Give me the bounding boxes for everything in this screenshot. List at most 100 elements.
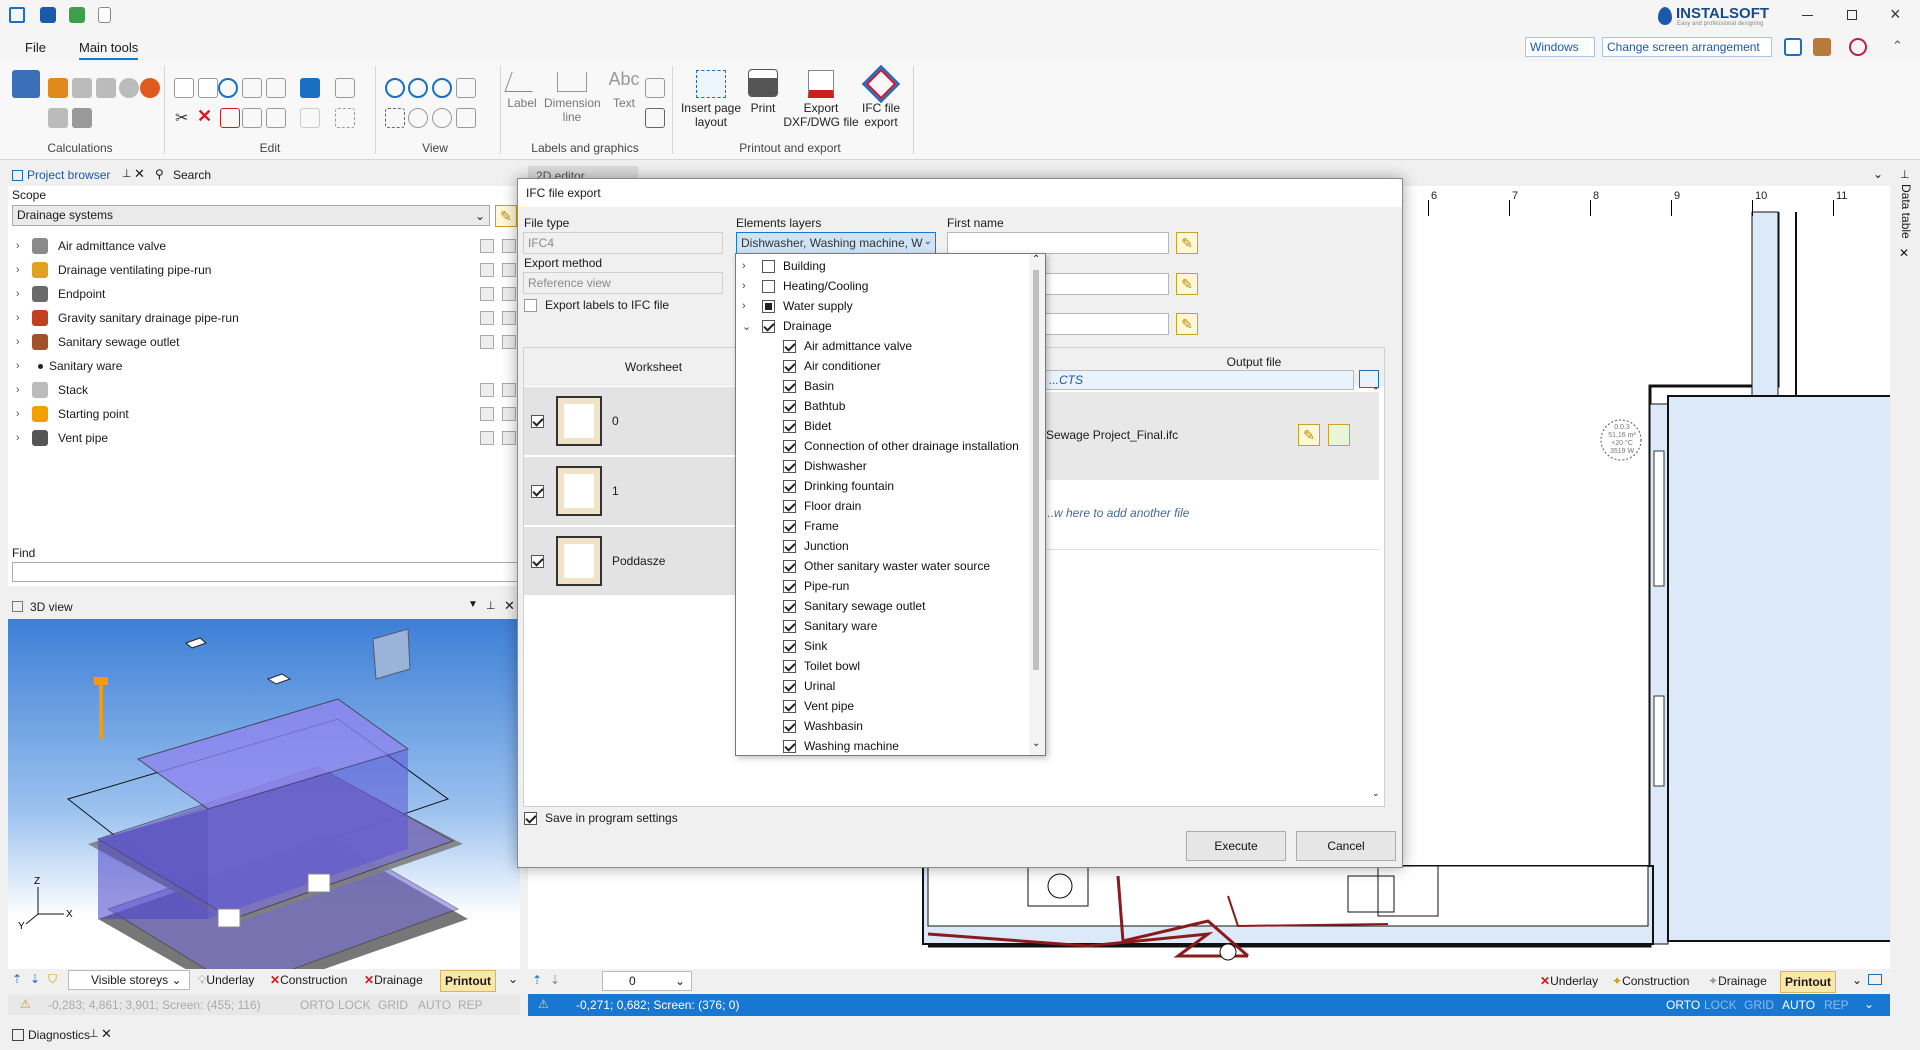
pin-icon[interactable]: ⊥ [486,599,496,612]
filter-icon[interactable]: ⛉ [48,972,57,987]
layer-checkbox[interactable] [783,439,796,453]
label-button[interactable]: Label [504,72,540,110]
undo-icon[interactable] [218,78,238,98]
tree-item[interactable]: › Sanitary sewage outlet [16,330,516,354]
layer-group[interactable]: › Heating/Cooling [742,276,868,296]
edit-icon-12[interactable] [300,108,320,128]
storey-select[interactable]: 0 ⌄ [602,971,692,991]
scroll-up-icon[interactable]: ⌃ [1032,254,1040,265]
storey-up-icon[interactable]: ⇡ [12,972,22,986]
layout-icon[interactable] [1784,38,1802,56]
select-icon[interactable] [502,287,516,301]
select-icon[interactable] [502,239,516,253]
layer-item[interactable]: Sink [783,636,827,656]
layer-checkbox[interactable] [783,619,796,633]
pin-icon[interactable]: ⊥ [1900,168,1910,181]
edit-scope-button[interactable]: ✎ [495,205,517,227]
zoom-in-icon[interactable] [385,78,405,98]
construction-toggle[interactable]: ✦Construction [1612,974,1689,988]
underlay-toggle[interactable]: 💡︎Underlay [198,973,254,988]
delete-icon[interactable]: ✕ [197,106,212,127]
calc-icon-4[interactable] [119,78,139,98]
layer-item[interactable]: Other sanitary waster water source [783,556,990,576]
first-name-field[interactable] [947,232,1169,254]
scroll-down-icon[interactable]: ⌄ [1032,738,1040,749]
new-file-icon[interactable] [98,7,111,23]
edit-icon-6[interactable] [300,78,320,98]
zoom-prev-icon[interactable] [408,108,428,128]
layer-checkbox[interactable] [762,259,775,273]
tree-item[interactable]: › Gravity sanitary drainage pipe-run [16,306,516,330]
tree-item[interactable]: › Starting point [16,402,516,426]
expand-icon[interactable]: › [16,240,32,252]
layer-group[interactable]: › Water supply [742,296,853,316]
elements-layers-select[interactable]: Dishwasher, Washing machine, W ⌄ [736,232,936,254]
worksheet-checkbox[interactable] [531,414,544,428]
layer-checkbox[interactable] [783,419,796,433]
layer-checkbox[interactable] [783,539,796,553]
layer-item[interactable]: Air conditioner [783,356,881,376]
flag-orto[interactable]: ORTO [1666,998,1700,1012]
flag-auto[interactable]: AUTO [418,998,451,1012]
tree-item[interactable]: › Sanitary ware [16,354,516,378]
copy-icon[interactable] [174,78,194,98]
flag-auto[interactable]: AUTO [1782,998,1815,1012]
expand-icon[interactable]: › [16,336,32,348]
chevron-right-icon[interactable]: › [742,280,762,292]
edit-icon-4[interactable] [242,78,262,98]
edit-field-2-button[interactable]: ✎ [1176,273,1198,295]
layer-group[interactable]: ⌄ Drainage [742,316,832,336]
layer-item[interactable]: Bidet [783,416,831,436]
edit-icon-10[interactable] [242,108,262,128]
windows-dropdown[interactable]: Windows ⌄ [1525,37,1595,68]
layer-item[interactable]: Air admittance valve [783,336,912,356]
printout-toggle[interactable]: Printout [440,970,496,992]
expand-icon[interactable]: › [16,312,32,324]
layer-item[interactable]: Dishwasher [783,456,867,476]
print-button[interactable]: Print [744,69,782,115]
storey-down-icon[interactable]: ⇣ [30,972,40,986]
layers-icon[interactable] [1813,38,1831,56]
diagnostics-tab[interactable]: Diagnostics ⊥ ✕ [0,1024,120,1046]
edit-icon-11[interactable] [266,108,286,128]
layer-checkbox[interactable] [762,279,775,293]
open-file-icon[interactable] [1328,424,1350,446]
layer-checkbox[interactable] [783,339,796,353]
room-tag[interactable]: 0.0.3 51,16 m² +20 °C 3519 W [1602,424,1642,456]
insert-picture-icon[interactable] [645,78,665,98]
pan-icon[interactable] [385,108,405,128]
zoom-extents-icon[interactable] [456,78,476,98]
layer-checkbox[interactable] [783,699,796,713]
collapse-ribbon-icon[interactable]: ⌃ [1892,38,1903,54]
layer-item[interactable]: Drinking fountain [783,476,894,496]
zoom-all-icon[interactable] [456,108,476,128]
expand-icon[interactable]: › [16,360,32,372]
edit-icon-7[interactable] [335,78,355,98]
flag-rep[interactable]: REP [1824,998,1849,1012]
layer-item[interactable]: Urinal [783,676,835,696]
show-icon[interactable] [480,383,494,397]
edit-field-3-button[interactable]: ✎ [1176,313,1198,335]
layer-checkbox[interactable] [783,599,796,613]
elements-layers-list[interactable]: › Building › Heating/Cooling › Water supply ⌄ D… [735,253,1046,756]
cancel-button[interactable]: Cancel [1296,831,1396,861]
layer-checkbox[interactable] [783,579,796,593]
insert-page-layout-button[interactable]: Insert page layout [680,70,742,129]
export-dxf-button[interactable]: Export DXF/DWG file [783,70,859,129]
text-button[interactable]: Abc Text [604,70,644,110]
layer-checkbox[interactable] [783,399,796,413]
pin-icon[interactable]: ⊥ [89,1027,99,1040]
show-icon[interactable] [480,287,494,301]
layer-item[interactable]: Washing machine [783,736,899,755]
layer-checkbox[interactable] [783,719,796,733]
expand-icon[interactable]: › [16,384,32,396]
minimize-button[interactable] [1802,15,1813,16]
drop-settings-icon[interactable] [1849,38,1867,56]
close-icon[interactable]: ✕ [1899,246,1909,260]
worksheet-checkbox[interactable] [531,484,544,498]
layer-checkbox[interactable] [783,559,796,573]
drawing-menu-icon[interactable]: ⌄ [1873,167,1883,181]
edit-icon-5[interactable] [266,78,286,98]
cut-icon[interactable]: ✂ [175,108,188,128]
close-icon[interactable]: ✕ [101,1026,112,1042]
